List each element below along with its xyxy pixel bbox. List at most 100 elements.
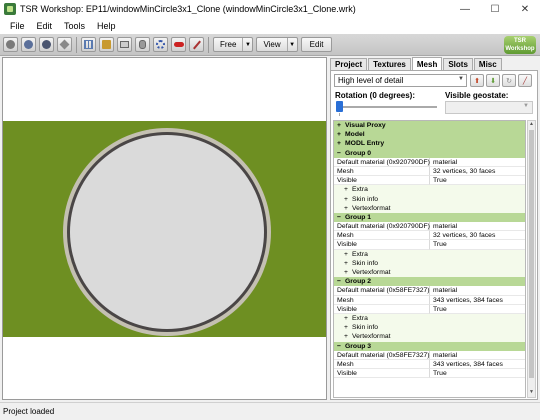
expand-icon[interactable]: + xyxy=(344,250,352,259)
tab-textures[interactable]: Textures xyxy=(368,58,411,70)
tree-subsection-row[interactable]: + Extra xyxy=(334,185,525,195)
tree-section-row[interactable]: − Group 0 xyxy=(334,148,525,158)
pipette-tool-button[interactable]: ╱ xyxy=(518,74,532,87)
expand-icon[interactable]: + xyxy=(344,314,352,323)
lod-dropdown[interactable]: High level of detail ▼ xyxy=(334,74,467,87)
shading-lit-button[interactable] xyxy=(39,37,54,52)
property-key: Default material (0x58FE7327) xyxy=(334,286,430,296)
property-value[interactable]: material xyxy=(430,286,525,296)
tree-section-row[interactable]: + Model xyxy=(334,130,525,140)
refresh-button[interactable]: ↻ xyxy=(502,74,516,87)
property-row[interactable]: Visible True xyxy=(334,240,525,250)
tree-scrollbar[interactable]: ▲ ▼ xyxy=(527,120,536,398)
mesh-property-tree[interactable]: + Visual Proxy + Model + MODL Entry − Group 0 De… xyxy=(333,120,526,398)
property-value[interactable]: 343 vertices, 384 faces xyxy=(430,360,525,370)
tree-section-row[interactable]: − Group 3 xyxy=(334,341,525,351)
property-key: Default material (0x920790DF) xyxy=(334,222,430,232)
close-button[interactable]: ✕ xyxy=(510,0,540,18)
collapse-icon[interactable]: − xyxy=(337,149,345,158)
property-row[interactable]: Mesh 32 vertices, 30 faces xyxy=(334,231,525,241)
tree-section-row[interactable]: + MODL Entry xyxy=(334,139,525,149)
collapse-icon[interactable]: − xyxy=(337,277,345,286)
property-value[interactable]: material xyxy=(430,351,525,360)
shading-textured-button[interactable] xyxy=(21,37,36,52)
property-row[interactable]: Default material (0x58FE7327) material xyxy=(334,286,525,296)
property-value[interactable]: 343 vertices, 384 faces xyxy=(430,296,525,305)
tab-mesh[interactable]: Mesh xyxy=(411,57,443,70)
tree-section-row[interactable]: + Visual Proxy xyxy=(334,121,525,131)
scroll-down-arrow-icon[interactable]: ▼ xyxy=(528,389,535,397)
property-row[interactable]: Mesh 343 vertices, 384 faces xyxy=(334,295,525,305)
property-row[interactable]: Default material (0x58FE7327) material xyxy=(334,350,525,360)
minimize-button[interactable]: — xyxy=(450,0,480,18)
property-row[interactable]: Visible True xyxy=(334,369,525,379)
tree-subsection-row[interactable]: + Vertexformat xyxy=(334,332,525,342)
property-row[interactable]: Visible True xyxy=(334,304,525,314)
menu-tools[interactable]: Tools xyxy=(58,21,91,31)
tree-section-row[interactable]: − Group 2 xyxy=(334,277,525,287)
geostate-dropdown[interactable]: ▼ xyxy=(445,101,533,114)
menu-edit[interactable]: Edit xyxy=(31,21,59,31)
property-row[interactable]: Mesh 343 vertices, 384 faces xyxy=(334,359,525,370)
expand-icon[interactable]: + xyxy=(337,130,345,139)
expand-icon[interactable]: + xyxy=(344,195,352,204)
tab-slots[interactable]: Slots xyxy=(443,58,473,70)
expand-icon[interactable]: + xyxy=(337,139,345,148)
property-value[interactable]: material xyxy=(430,222,525,232)
lipstick-button[interactable] xyxy=(171,37,186,52)
property-value[interactable]: True xyxy=(430,176,525,186)
property-value[interactable]: True xyxy=(430,240,525,250)
floor-button[interactable] xyxy=(117,37,132,52)
scroll-up-arrow-icon[interactable]: ▲ xyxy=(528,121,535,129)
edit-button[interactable]: Edit xyxy=(300,37,333,52)
3d-viewport[interactable] xyxy=(2,57,327,400)
property-row[interactable]: Default material (0x920790DF) material xyxy=(334,157,525,167)
camera-mode-dropdown[interactable]: Free ▼ xyxy=(213,37,254,52)
tab-project[interactable]: Project xyxy=(330,58,368,70)
shadow-button[interactable] xyxy=(135,37,150,52)
property-value[interactable]: 32 vertices, 30 faces xyxy=(430,167,525,177)
scroll-thumb[interactable] xyxy=(529,130,534,378)
shading-solid-button[interactable] xyxy=(3,37,18,52)
grid-button[interactable] xyxy=(81,37,96,52)
tree-section-row[interactable]: − Group 1 xyxy=(334,212,525,223)
expand-icon[interactable]: + xyxy=(344,268,352,277)
expand-icon[interactable]: + xyxy=(344,259,352,268)
tree-subsection-row[interactable]: + Vertexformat xyxy=(334,268,525,278)
property-row[interactable]: Default material (0x920790DF) material xyxy=(334,222,525,232)
tree-subsection-row[interactable]: + Skin info xyxy=(334,194,525,204)
property-value[interactable]: 32 vertices, 30 faces xyxy=(430,231,525,241)
menu-file[interactable]: File xyxy=(4,21,31,31)
tree-subsection-row[interactable]: + Skin info xyxy=(334,323,525,333)
expand-icon[interactable]: + xyxy=(344,323,352,332)
import-mesh-button[interactable]: ⬆ xyxy=(470,74,484,87)
property-row[interactable]: Mesh 32 vertices, 30 faces xyxy=(334,166,525,177)
expand-icon[interactable]: + xyxy=(344,332,352,341)
collapse-icon[interactable]: − xyxy=(337,213,345,222)
expand-icon[interactable]: + xyxy=(337,121,345,130)
property-value[interactable]: True xyxy=(430,305,525,314)
normals-button[interactable] xyxy=(153,37,168,52)
tree-row-content: + Skin info xyxy=(334,195,525,204)
rotation-slider-track[interactable] xyxy=(339,106,437,108)
pipette-button[interactable] xyxy=(189,37,204,52)
expand-icon[interactable]: + xyxy=(344,185,352,194)
wireframe-button[interactable] xyxy=(57,37,72,52)
tree-subsection-row[interactable]: + Vertexformat xyxy=(334,203,525,213)
view-dropdown[interactable]: View ▼ xyxy=(256,37,298,52)
bones-button[interactable] xyxy=(99,37,114,52)
property-row[interactable]: Visible True xyxy=(334,176,525,186)
property-key: Visible xyxy=(334,240,430,250)
rotation-slider-thumb[interactable] xyxy=(336,101,343,112)
property-value[interactable]: True xyxy=(430,369,525,379)
export-mesh-button[interactable]: ⬇ xyxy=(486,74,500,87)
tree-subsection-row[interactable]: + Extra xyxy=(334,249,525,259)
menu-help[interactable]: Help xyxy=(91,21,122,31)
expand-icon[interactable]: + xyxy=(344,204,352,213)
tree-subsection-row[interactable]: + Extra xyxy=(334,313,525,324)
tree-subsection-row[interactable]: + Skin info xyxy=(334,258,525,268)
tab-misc[interactable]: Misc xyxy=(473,58,502,70)
collapse-icon[interactable]: − xyxy=(337,342,345,351)
property-value[interactable]: material xyxy=(430,158,525,167)
maximize-button[interactable]: ☐ xyxy=(480,0,510,18)
